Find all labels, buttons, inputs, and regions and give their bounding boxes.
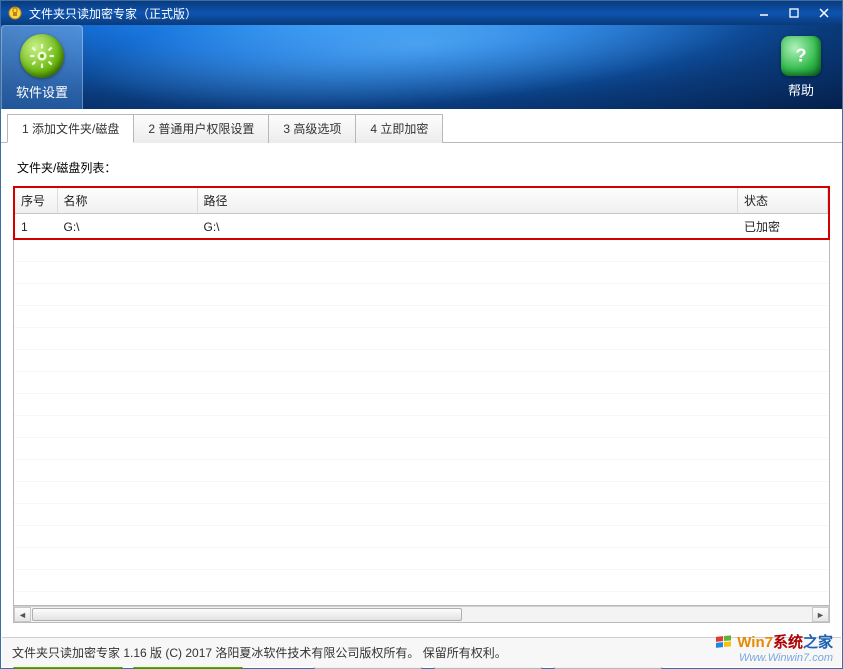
tab-user-permission[interactable]: 2 普通用户权限设置: [133, 114, 269, 143]
table-header-row: 序号 名称 路径 状态: [15, 188, 828, 214]
scroll-thumb[interactable]: [32, 608, 462, 621]
help-button[interactable]: ? 帮助: [760, 25, 842, 109]
list-title: 文件夹/磁盘列表：: [17, 159, 830, 176]
header-toolbar: 软件设置 ? 帮助: [1, 25, 842, 109]
cell-number: 1: [15, 214, 57, 240]
scroll-track[interactable]: [31, 607, 812, 622]
watermark-url: Www.Winwin7.com: [715, 652, 833, 665]
folder-disk-table[interactable]: 序号 名称 路径 状态 1 G:\ G:\ 已加密: [15, 188, 828, 239]
tab-bar: 1 添加文件夹/磁盘 2 普通用户权限设置 3 高级选项 4 立即加密: [1, 109, 842, 143]
cell-name: G:\: [57, 214, 197, 240]
close-button[interactable]: [810, 4, 838, 22]
settings-button[interactable]: 软件设置: [1, 25, 83, 109]
svg-text:?: ?: [795, 45, 806, 66]
col-path[interactable]: 路径: [197, 188, 738, 214]
maximize-button[interactable]: [780, 4, 808, 22]
help-icon: ?: [781, 36, 821, 76]
settings-label: 软件设置: [16, 82, 68, 101]
table-empty-area: [13, 240, 830, 606]
highlighted-table-region: 序号 名称 路径 状态 1 G:\ G:\ 已加密: [13, 186, 830, 240]
main-panel: 文件夹/磁盘列表： 序号 名称 路径 状态 1 G:\ G:\ 已加密: [1, 143, 842, 623]
scroll-right-arrow[interactable]: ►: [812, 607, 829, 622]
watermark-part3: 之家: [803, 634, 833, 651]
title-bar: 文件夹只读加密专家（正式版）: [1, 1, 842, 25]
col-status[interactable]: 状态: [738, 188, 828, 214]
status-text: 文件夹只读加密专家 1.16 版 (C) 2017 洛阳夏冰软件技术有限公司版权…: [12, 644, 507, 661]
tab-label: 4 立即加密: [370, 122, 428, 136]
tab-label: 1 添加文件夹/磁盘: [22, 122, 119, 136]
tab-advanced-options[interactable]: 3 高级选项: [268, 114, 356, 143]
col-number[interactable]: 序号: [15, 188, 57, 214]
watermark: Win7系统之家 Www.Winwin7.com: [715, 634, 833, 665]
tab-label: 2 普通用户权限设置: [148, 122, 254, 136]
col-name[interactable]: 名称: [57, 188, 197, 214]
scroll-left-arrow[interactable]: ◄: [14, 607, 31, 622]
minimize-button[interactable]: [750, 4, 778, 22]
horizontal-scrollbar[interactable]: ◄ ►: [13, 606, 830, 623]
window-title: 文件夹只读加密专家（正式版）: [29, 5, 197, 22]
tab-encrypt-now[interactable]: 4 立即加密: [355, 114, 443, 143]
status-bar: 文件夹只读加密专家 1.16 版 (C) 2017 洛阳夏冰软件技术有限公司版权…: [2, 637, 841, 667]
watermark-part2: 系统: [773, 634, 803, 651]
cell-status: 已加密: [738, 214, 828, 240]
tab-add-folder-disk[interactable]: 1 添加文件夹/磁盘: [7, 114, 134, 143]
watermark-part1: Win7: [737, 634, 773, 651]
tab-label: 3 高级选项: [283, 122, 341, 136]
cell-path: G:\: [197, 214, 738, 240]
windows-flag-icon: [715, 634, 735, 652]
gear-icon: [20, 34, 64, 78]
app-icon: [7, 5, 23, 21]
table-row[interactable]: 1 G:\ G:\ 已加密: [15, 214, 828, 240]
help-label: 帮助: [788, 80, 814, 99]
